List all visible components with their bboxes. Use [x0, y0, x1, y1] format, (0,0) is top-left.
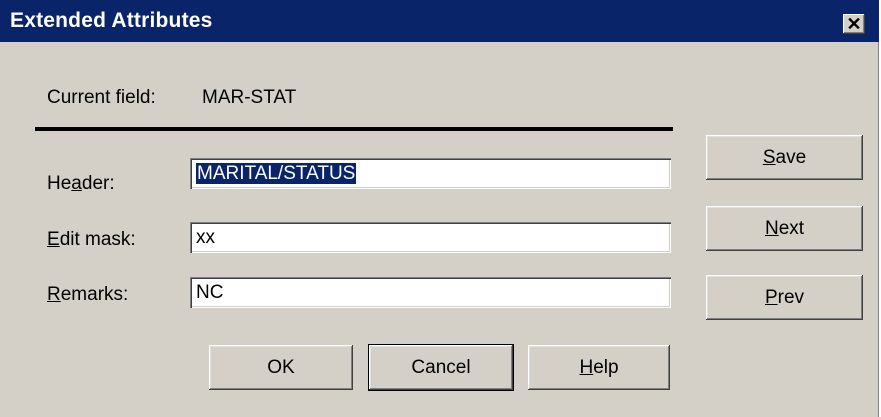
edit-mask-label-mnemonic: E: [47, 229, 60, 250]
header-label: Header:: [47, 173, 115, 195]
edit-mask-input[interactable]: xx: [190, 222, 671, 253]
save-rest: ave: [775, 147, 807, 168]
separator-line: [35, 127, 673, 131]
header-label-mnemonic: a: [71, 173, 82, 194]
remarks-label-mnemonic: R: [47, 284, 61, 305]
help-mnemonic: H: [579, 357, 594, 378]
edit-mask-label-post: dit mask:: [59, 229, 136, 250]
prev-button[interactable]: Prev: [706, 275, 863, 320]
remarks-input-value: NC: [196, 282, 224, 303]
header-label-pre: He: [47, 173, 72, 194]
close-icon: ✕: [846, 14, 862, 34]
edit-mask-label: Edit mask:: [47, 229, 136, 251]
extended-attributes-dialog: Extended Attributes ✕ Current field: MAR…: [0, 0, 879, 417]
save-button[interactable]: Save: [706, 135, 863, 180]
current-field-value: MAR-STAT: [202, 87, 297, 108]
remarks-label: Remarks:: [47, 284, 128, 306]
remarks-input[interactable]: NC: [190, 277, 671, 308]
ok-button[interactable]: OK: [209, 345, 353, 390]
header-input[interactable]: MARITAL/STATUS: [190, 158, 671, 189]
remarks-label-post: emarks:: [60, 284, 129, 305]
next-mnemonic: N: [764, 218, 779, 239]
help-rest: elp: [593, 357, 619, 378]
current-field-label: Current field:: [47, 87, 156, 108]
close-button[interactable]: ✕: [843, 14, 865, 34]
save-mnemonic: S: [762, 147, 776, 168]
edit-mask-input-value: xx: [196, 227, 215, 248]
prev-rest: rev: [777, 287, 805, 308]
next-rest: ext: [778, 218, 805, 239]
cancel-button[interactable]: Cancel: [369, 345, 513, 390]
header-label-post: der:: [81, 173, 115, 194]
title-bar[interactable]: Extended Attributes ✕: [0, 0, 879, 42]
help-button[interactable]: Help: [528, 345, 670, 390]
next-button[interactable]: Next: [706, 206, 863, 251]
header-input-value: MARITAL/STATUS: [196, 163, 357, 184]
dialog-title: Extended Attributes: [10, 9, 213, 32]
prev-mnemonic: P: [764, 287, 778, 308]
